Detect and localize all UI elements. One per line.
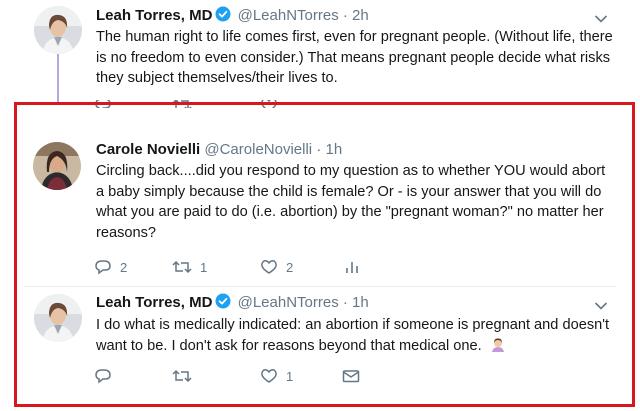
like-icon [261,369,277,383]
separator-dot: · [342,294,348,311]
verified-badge-icon [215,6,231,22]
tweet-text-content: I do what is medically indicated: an abo… [96,317,610,354]
separator-dot: · [342,7,348,24]
tweet-text: I do what is medically indicated: an abo… [96,315,616,356]
message-icon [342,370,360,383]
like-count: 2 [286,259,294,275]
display-name[interactable]: Carole Novielli [96,141,200,158]
tweet-actions: 2 1 2 [94,259,394,279]
woman-shrugging-emoji [490,337,506,353]
tweet-leah-torres-2[interactable]: Leah Torres, MD @LeahNTorres · 1h I do w… [0,287,640,399]
tweet-text: Circling back....did you respond to my q… [96,163,606,241]
reply-icon [95,260,111,275]
like-button[interactable]: 2 [260,259,293,275]
separator-dot: · [316,141,322,158]
reply-button[interactable]: 2 [94,259,127,275]
avatar-leah-torres[interactable] [34,294,82,342]
retweet-icon [172,260,192,274]
chevron-down-icon[interactable] [594,14,608,24]
analytics-icon [346,262,358,273]
tweet-header: Carole Novielli @CaroleNovielli · 1h [96,140,342,160]
retweet-icon [172,369,192,383]
timestamp[interactable]: 1h [325,141,342,158]
tweet-header: Leah Torres, MD @LeahNTorres · 1h [96,293,369,313]
verified-badge-icon [215,293,231,309]
tweet-leah-torres-1[interactable]: Leah Torres, MD @LeahNTorres · 2h The hu… [0,0,640,108]
analytics-button[interactable] [344,259,360,275]
retweet-count: 1 [200,259,208,275]
reply-count: 2 [120,259,128,275]
display-name[interactable]: Leah Torres, MD [96,7,212,24]
user-handle[interactable]: @LeahNTorres [238,294,339,311]
reply-button[interactable] [94,368,112,384]
like-icon [261,260,277,274]
chevron-down-icon[interactable] [594,301,608,311]
display-name[interactable]: Leah Torres, MD [96,294,212,311]
like-count: 1 [286,368,294,384]
timestamp[interactable]: 1h [352,294,369,311]
retweet-button[interactable]: 1 [172,259,207,275]
avatar-carole-novielli[interactable] [33,142,81,190]
tweet-carole-novielli[interactable]: Carole Novielli @CaroleNovielli · 1h Cir… [0,104,640,286]
message-button[interactable] [342,368,360,384]
tweet-header: Leah Torres, MD @LeahNTorres · 2h [96,6,369,26]
avatar-leah-torres[interactable] [34,6,82,54]
user-handle[interactable]: @LeahNTorres [238,7,339,24]
tweet-actions: 1 [94,368,394,388]
retweet-button[interactable] [172,368,192,384]
reply-icon [95,369,111,384]
user-handle[interactable]: @CaroleNovielli [204,141,312,158]
tweet-text: The human right to life comes first, eve… [96,29,613,86]
like-button[interactable]: 1 [260,368,293,384]
timestamp[interactable]: 2h [352,7,369,24]
